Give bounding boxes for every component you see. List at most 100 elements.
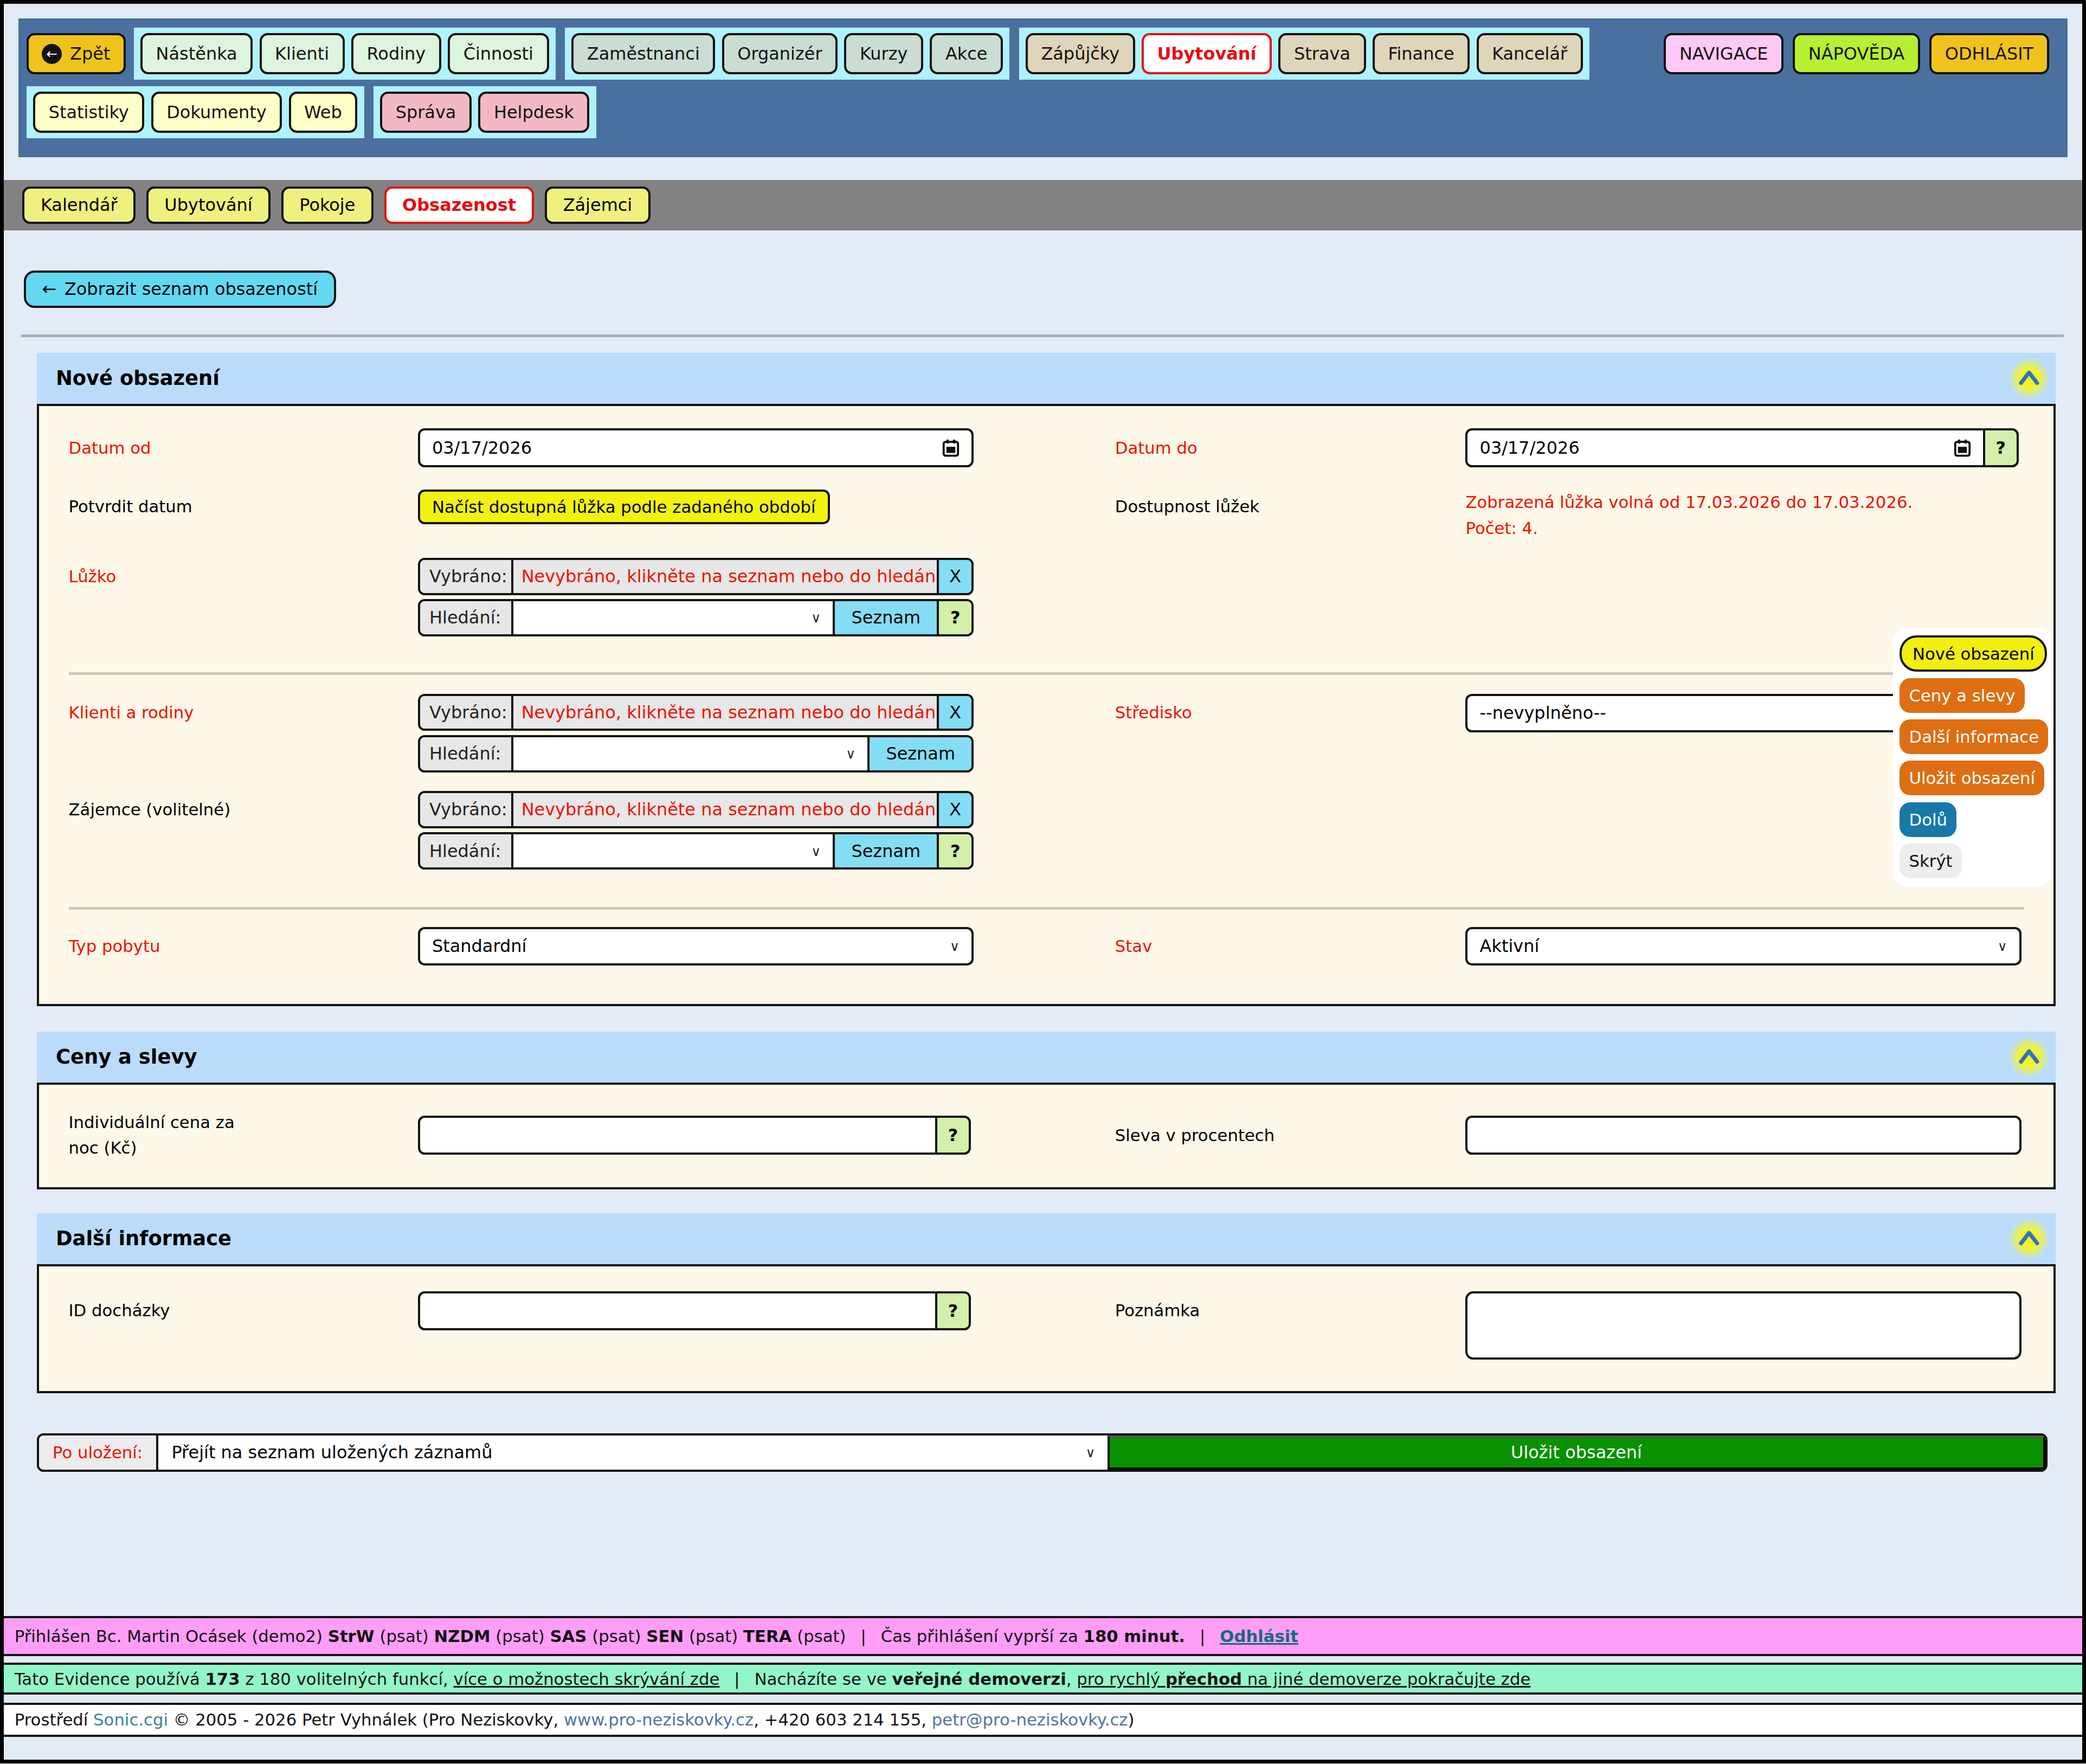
logout-link[interactable]: Odhlásit xyxy=(1220,1626,1298,1646)
divider xyxy=(21,334,2064,337)
back-button[interactable]: ←Zpět xyxy=(27,33,126,74)
tab-ubytovani[interactable]: Ubytování xyxy=(146,186,271,224)
nav-group-people: Zaměstnanci Organizér Kurzy Akce xyxy=(565,28,1009,80)
email-link[interactable]: petr@pro-neziskovky.cz xyxy=(932,1710,1128,1729)
nav-item-statistiky[interactable]: Statistiky xyxy=(33,92,144,133)
nav-item-zapujcky[interactable]: Zápůjčky xyxy=(1026,33,1135,74)
show-occupancy-list-button[interactable]: ←Zobrazit seznam obsazeností xyxy=(24,271,336,308)
prefix: Přihlášen Bc. Martin Ocásek (demo2) xyxy=(15,1626,323,1646)
nav-item-ubytovani[interactable]: Ubytování xyxy=(1142,33,1272,74)
tab-pokoje[interactable]: Pokoje xyxy=(281,186,374,224)
nav-item-akce[interactable]: Akce xyxy=(930,33,1003,74)
tab-obsazenost[interactable]: Obsazenost xyxy=(384,186,535,224)
klienti-clear-button[interactable]: X xyxy=(937,696,971,729)
demo-switch-link[interactable]: pro rychlý přechod na jiné demoverze pok… xyxy=(1077,1669,1530,1689)
nav-item-kancelar[interactable]: Kancelář xyxy=(1477,33,1583,74)
collapse-button[interactable] xyxy=(2009,1037,2049,1077)
separator: | xyxy=(734,1669,739,1689)
load-beds-button[interactable]: Načíst dostupná lůžka podle zadaného obd… xyxy=(418,490,830,524)
klienti-seznam-button[interactable]: Seznam xyxy=(867,737,971,770)
nav-item-dokumenty[interactable]: Dokumenty xyxy=(151,92,282,133)
submit-save-button[interactable]: Uložit obsazení xyxy=(1108,1435,2046,1470)
nav-item-helpdesk[interactable]: Helpdesk xyxy=(478,92,589,133)
luzko-search-select[interactable]: ∨ xyxy=(513,601,833,634)
nav-item-finance[interactable]: Finance xyxy=(1373,33,1470,74)
session-bar: Přihlášen Bc. Martin Ocásek (demo2) StrW… xyxy=(4,1616,2082,1656)
tab-kalendar[interactable]: Kalendář xyxy=(22,186,136,224)
quick-dolu-button[interactable]: Dolů xyxy=(1900,802,1956,837)
collapse-button[interactable] xyxy=(2009,1219,2049,1259)
zajemce-search-select[interactable]: ∨ xyxy=(513,834,833,867)
nav-item-zamestnanci[interactable]: Zaměstnanci xyxy=(571,33,715,74)
klienti-selected-row: Vybráno: Nevybráno, klikněte na seznam n… xyxy=(418,694,974,731)
nav-item-strava[interactable]: Strava xyxy=(1278,33,1366,74)
cena-help-button[interactable]: ? xyxy=(935,1116,971,1154)
zajemce-help-button[interactable]: ? xyxy=(937,834,971,867)
klienti-selected-value[interactable]: Nevybráno, klikněte na seznam nebo do hl… xyxy=(513,696,937,729)
zajemce-clear-button[interactable]: X xyxy=(937,793,971,826)
sleva-label: Sleva v procentech xyxy=(1115,1125,1466,1145)
zajemce-label: Zájemce (volitelné) xyxy=(69,791,418,828)
luzko-seznam-button[interactable]: Seznam xyxy=(833,601,937,634)
nav-group-agenda: Zápůjčky Ubytování Strava Finance Kancel… xyxy=(1019,28,1590,80)
section-title: Další informace xyxy=(56,1227,231,1250)
badge-suffix: (psat) xyxy=(797,1626,846,1646)
id-dochazky-input[interactable] xyxy=(418,1291,938,1330)
quick-dalsi-informace-button[interactable]: Další informace xyxy=(1900,719,2048,754)
luzko-selected-value[interactable]: Nevybráno, klikněte na seznam nebo do hl… xyxy=(513,560,937,593)
odhlasit-button[interactable]: ODHLÁSIT xyxy=(1929,33,2049,74)
nav-item-web[interactable]: Web xyxy=(289,92,358,133)
badge-suffix: (psat) xyxy=(379,1626,428,1646)
navigace-button[interactable]: NAVIGACE xyxy=(1664,33,1784,74)
collapse-button[interactable] xyxy=(2009,358,2049,398)
zajemce-selected-row: Vybráno: Nevybráno, klikněte na seznam n… xyxy=(418,791,974,828)
nav-item-cinnosti[interactable]: Činnosti xyxy=(448,33,549,74)
expiry-bold: 180 minut. xyxy=(1084,1626,1185,1646)
poznamka-textarea[interactable] xyxy=(1465,1291,2021,1359)
nav-item-klienti[interactable]: Klienti xyxy=(260,33,345,74)
klienti-search-select[interactable]: ∨ xyxy=(513,737,867,770)
badge-suffix: (psat) xyxy=(495,1626,544,1646)
napoveda-button[interactable]: NÁPOVĚDA xyxy=(1793,33,1920,74)
nav-group-main: Nástěnka Klienti Rodiny Činnosti xyxy=(134,28,556,80)
datum-do-help-button[interactable]: ? xyxy=(1983,428,2019,467)
quick-skryt-button[interactable]: Skrýt xyxy=(1900,844,1962,878)
back-arrow-icon: ← xyxy=(42,44,62,64)
hiding-options-link[interactable]: více o možnostech skrývání zde xyxy=(453,1669,719,1689)
chevron-down-icon: ∨ xyxy=(811,843,821,859)
quick-ulozit-obsazeni-button[interactable]: Uložit obsazení xyxy=(1900,761,2044,795)
after-save-select[interactable]: Přejít na seznam uložených záznamů ∨ xyxy=(158,1435,1108,1470)
nav-item-nastenka[interactable]: Nástěnka xyxy=(140,33,253,74)
section-header: Ceny a slevy xyxy=(37,1032,2056,1082)
id-dochazky-label: ID docházky xyxy=(69,1291,418,1330)
tab-zajemci[interactable]: Zájemci xyxy=(545,186,651,224)
section-nove-obsazeni: Nové obsazení Datum od 03/17/2026 Datum … xyxy=(37,353,2056,1006)
datum-do-label: Datum do xyxy=(1115,438,1466,458)
datum-od-input[interactable]: 03/17/2026 xyxy=(418,428,974,467)
sonic-link[interactable]: Sonic.cgi xyxy=(93,1710,168,1729)
calendar-icon[interactable] xyxy=(1954,439,1971,457)
stav-select[interactable]: Aktivní ∨ xyxy=(1465,927,2021,965)
expiry-prefix: Čas přihlášení vyprší za xyxy=(881,1626,1078,1646)
quick-nove-obsazeni-button[interactable]: Nové obsazení xyxy=(1900,635,2047,671)
sleva-input[interactable] xyxy=(1465,1116,2021,1154)
datum-do-input[interactable]: 03/17/2026 xyxy=(1465,428,1985,467)
datum-od-label: Datum od xyxy=(69,438,418,458)
typ-pobytu-select[interactable]: Standardní ∨ xyxy=(418,927,974,965)
nav-item-rodiny[interactable]: Rodiny xyxy=(351,33,441,74)
id-dochazky-help-button[interactable]: ? xyxy=(935,1291,971,1330)
luzko-help-button[interactable]: ? xyxy=(937,601,971,634)
zajemce-selected-value[interactable]: Nevybráno, klikněte na seznam nebo do hl… xyxy=(513,793,937,826)
stav-value: Aktivní xyxy=(1480,936,1540,956)
quick-ceny-a-slevy-button[interactable]: Ceny a slevy xyxy=(1900,678,2025,713)
top-navigation: ←Zpět Nástěnka Klienti Rodiny Činnosti Z… xyxy=(18,18,2068,157)
website-link[interactable]: www.pro-neziskovky.cz xyxy=(564,1710,754,1729)
cena-input[interactable] xyxy=(418,1116,938,1154)
luzko-clear-button[interactable]: X xyxy=(937,560,971,593)
nav-item-sprava[interactable]: Správa xyxy=(380,92,472,133)
calendar-icon[interactable] xyxy=(942,439,960,457)
zajemce-seznam-button[interactable]: Seznam xyxy=(833,834,937,867)
nav-item-kurzy[interactable]: Kurzy xyxy=(844,33,923,74)
nav-item-organizer[interactable]: Organizér xyxy=(722,33,838,74)
stredisko-label: Středisko xyxy=(1115,694,1466,731)
